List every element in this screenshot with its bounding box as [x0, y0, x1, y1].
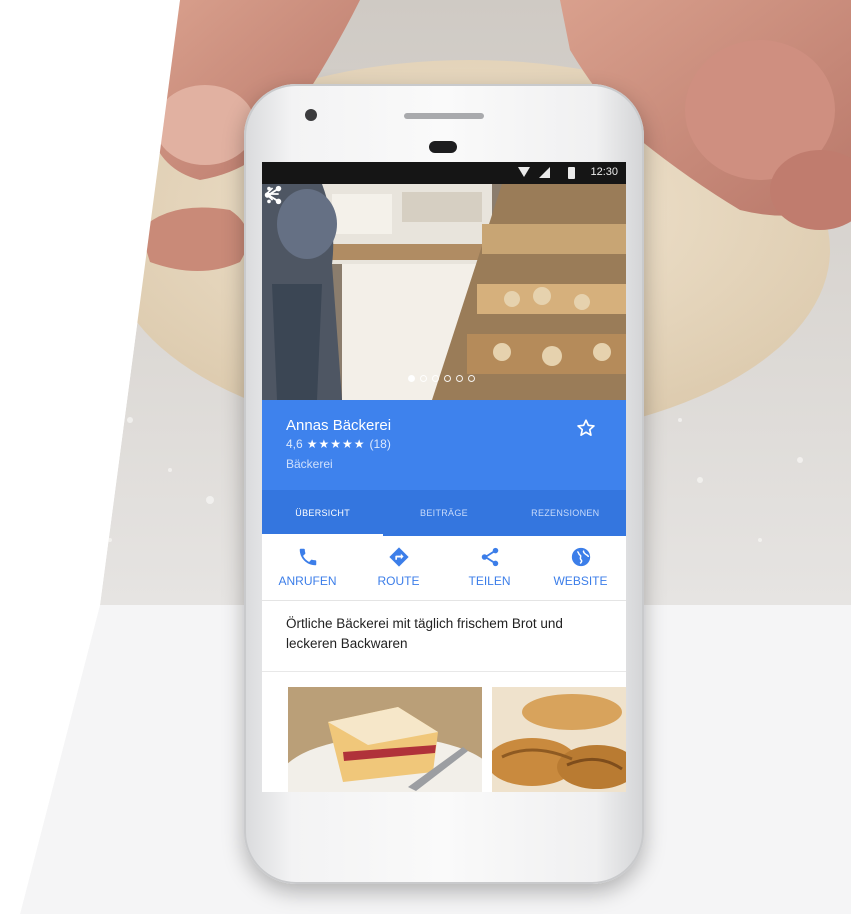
bakery-photo	[262, 184, 626, 400]
gallery-dot	[468, 375, 475, 382]
proximity-sensor	[429, 141, 457, 153]
status-bar: 12:30	[262, 162, 626, 184]
route-button[interactable]: ROUTE	[353, 538, 444, 600]
gallery-dot	[432, 375, 439, 382]
battery-icon	[568, 167, 575, 179]
route-label: ROUTE	[377, 574, 420, 588]
gallery-dots	[408, 375, 475, 385]
photo-thumbnail-cake[interactable]	[288, 687, 482, 792]
tab-reviews[interactable]: REZENSIONEN	[505, 490, 626, 536]
directions-icon	[388, 547, 409, 567]
business-info-card: Annas Bäckerei 4,6 ★★★★★ (18) Bäckerei	[262, 400, 626, 490]
rating-value: 4,6	[286, 437, 303, 451]
review-count[interactable]: (18)	[369, 437, 390, 451]
gallery-dot	[456, 375, 463, 382]
rating-row: 4,6 ★★★★★ (18)	[286, 437, 391, 451]
cake-photo	[288, 687, 482, 792]
wifi-icon	[518, 167, 530, 177]
business-name: Annas Bäckerei	[286, 417, 392, 434]
status-time: 12:30	[590, 166, 618, 178]
tab-bar: ÜBERSICHT BEITRÄGE REZENSIONEN	[262, 490, 626, 537]
phone-device: 12:30 Annas Bäckerei 4,6 ★★★★★ (18) Bäck…	[244, 84, 644, 884]
front-camera	[305, 109, 317, 121]
share-label: TEILEN	[468, 574, 511, 588]
rating-stars: ★★★★★	[306, 437, 366, 451]
section-divider	[262, 671, 626, 672]
gallery-dot	[444, 375, 451, 382]
tab-overview[interactable]: ÜBERSICHT	[262, 490, 384, 537]
business-category: Bäckerei	[286, 457, 333, 471]
phone-icon	[299, 548, 316, 566]
croissant-photo	[492, 687, 626, 792]
phone-screen: 12:30 Annas Bäckerei 4,6 ★★★★★ (18) Bäck…	[262, 162, 626, 792]
more-vert-icon[interactable]	[262, 184, 276, 206]
share-button[interactable]: TEILEN	[444, 538, 535, 600]
globe-icon	[571, 547, 590, 567]
business-description: Örtliche Bäckerei mit täglich frischem B…	[286, 616, 563, 651]
photo-thumbnail-croissants[interactable]	[492, 687, 626, 792]
action-row: ANRUFEN ROUTE TEILEN WEBSITE	[262, 538, 626, 601]
website-button[interactable]: WEBSITE	[535, 538, 626, 600]
call-button[interactable]: ANRUFEN	[262, 538, 353, 600]
call-label: ANRUFEN	[278, 574, 337, 588]
tab-posts[interactable]: BEITRÄGE	[383, 490, 504, 536]
signal-icon	[539, 167, 550, 178]
gallery-dot	[420, 375, 427, 382]
website-label: WEBSITE	[553, 574, 608, 588]
save-star-icon[interactable]	[575, 417, 597, 439]
hero-photo[interactable]	[262, 184, 626, 400]
share-icon	[481, 547, 498, 567]
gallery-dot	[408, 375, 415, 382]
earpiece-speaker	[404, 113, 484, 119]
